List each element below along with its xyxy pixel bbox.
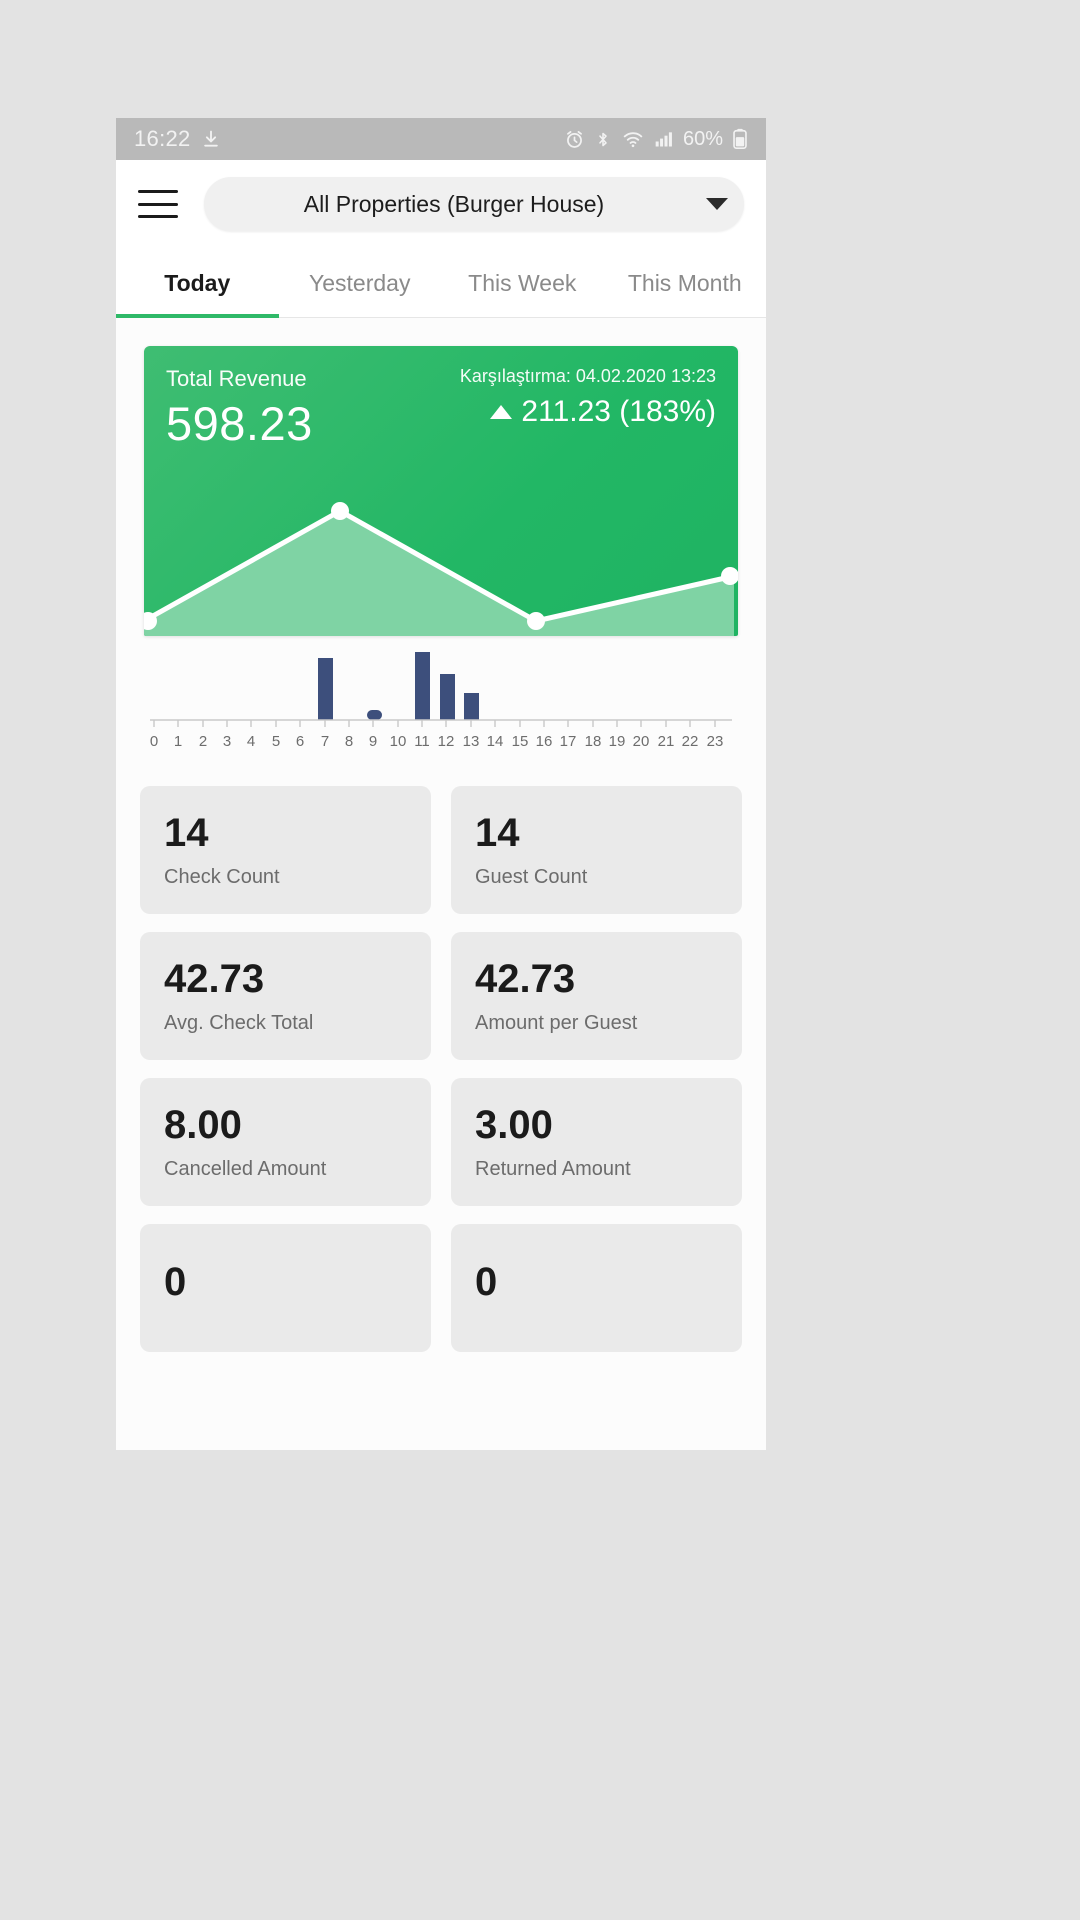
dashboard-content: Total Revenue 598.23 Karşılaştırma: 04.0… [116,318,766,1450]
hour-tick-16: 16 [536,733,553,750]
hour-tick-11: 11 [414,733,430,750]
app-header: All Properties (Burger House) [116,160,766,248]
stat-card-returned-amount[interactable]: 3.00 Returned Amount [451,1078,742,1206]
hamburger-menu-icon[interactable] [138,190,178,218]
revenue-chart-points [144,502,738,630]
hour-tick-14: 14 [487,733,504,750]
revenue-comparison-block: Karşılaştırma: 04.02.2020 13:23 211.23 (… [460,366,716,429]
stat-card-partial-left[interactable]: 0 [140,1224,431,1352]
hour-tick-13: 13 [463,733,480,750]
hour-tick-17: 17 [560,733,577,750]
property-selector[interactable]: All Properties (Burger House) [204,177,744,231]
stat-value: 0 [164,1260,187,1304]
period-tabs: Today Yesterday This Week This Month [116,248,766,318]
hour-tick-21: 21 [658,733,675,750]
status-bar-left: 16:22 [134,126,221,152]
property-selector-label: All Properties (Burger House) [303,190,605,217]
tab-yesterday[interactable]: Yesterday [279,248,442,317]
stat-label: Guest Count [475,865,588,888]
hour-tick-3: 3 [223,733,231,750]
stat-card-cancelled-amount[interactable]: 8.00 Cancelled Amount [140,1078,431,1206]
stat-card-amount-per-guest[interactable]: 42.73 Amount per Guest [451,932,742,1060]
hour-tick-22: 22 [682,733,699,750]
hour-tick-0: 0 [150,733,158,750]
tab-today[interactable]: Today [116,248,279,318]
stat-label: Amount per Guest [475,1011,638,1034]
hour-tick-15: 15 [512,733,529,750]
stat-card-partial-right[interactable]: 0 [451,1224,742,1352]
hour-tick-4: 4 [247,733,255,750]
hour-tick-6: 6 [296,733,304,750]
stat-card-check-count[interactable]: 14 Check Count [140,786,431,914]
hour-tick-5: 5 [272,733,280,750]
stat-value: 42.73 [475,956,576,1001]
stat-card-avg-check-total[interactable]: 42.73 Avg. Check Total [140,932,431,1060]
hour-tick-2: 2 [199,733,207,750]
download-icon [201,129,221,149]
stat-card-guest-count[interactable]: 14 Guest Count [451,786,742,914]
stat-label: Returned Amount [475,1157,631,1180]
alarm-icon [564,129,585,150]
stat-value: 14 [475,810,520,855]
stats-grid: 14 Check Count 14 Guest Count 42.73 Avg.… [140,786,742,1352]
stat-label: Check Count [164,865,280,888]
stat-value: 42.73 [164,956,265,1001]
stat-label: Cancelled Amount [164,1157,327,1180]
tab-this-month[interactable]: This Month [604,248,767,317]
status-bar: 16:22 60% [116,118,766,160]
revenue-delta: 211.23 (183%) [460,395,716,429]
stat-value: 0 [475,1260,498,1304]
bluetooth-icon [594,129,612,150]
stat-value: 14 [164,810,209,855]
arrow-up-icon [490,405,513,419]
hour-tick-18: 18 [585,733,602,750]
tab-this-week[interactable]: This Week [441,248,604,317]
signal-bars-icon [654,129,674,149]
battery-icon [732,128,748,150]
stat-label: Avg. Check Total [164,1011,314,1034]
hour-tick-10: 10 [390,733,407,750]
hour-tick-7: 7 [321,733,329,750]
hour-tick-23: 23 [707,733,724,750]
status-bar-right: 60% [564,128,748,151]
hour-tick-20: 20 [633,733,650,750]
hourly-bar-chart-svg: 0 1 2 3 4 5 6 7 8 9 10 11 12 13 14 15 16 [150,652,732,750]
hour-tick-12: 12 [438,733,455,750]
total-revenue-card[interactable]: Total Revenue 598.23 Karşılaştırma: 04.0… [144,346,738,636]
battery-percent: 60% [682,127,723,150]
revenue-comparison-text: Karşılaştırma: 04.02.2020 13:23 [459,366,716,386]
revenue-card-header: Total Revenue 598.23 Karşılaştırma: 04.0… [144,346,738,451]
stat-value: 8.00 [164,1102,242,1147]
hourly-bar-chart: 0 1 2 3 4 5 6 7 8 9 10 11 12 13 14 15 16 [144,650,738,770]
hour-tick-1: 1 [174,733,182,750]
hour-tick-19: 19 [609,733,626,750]
stat-value: 3.00 [475,1102,553,1147]
hour-tick-9: 9 [369,733,377,750]
chevron-down-icon[interactable] [690,177,744,231]
phone-screen: 16:22 60% All Properties (Burger House) … [116,118,766,1450]
revenue-delta-value: 211.23 (183%) [521,395,716,428]
wifi-icon [621,129,645,150]
status-time: 16:22 [134,126,191,151]
hour-tick-8: 8 [345,733,353,750]
